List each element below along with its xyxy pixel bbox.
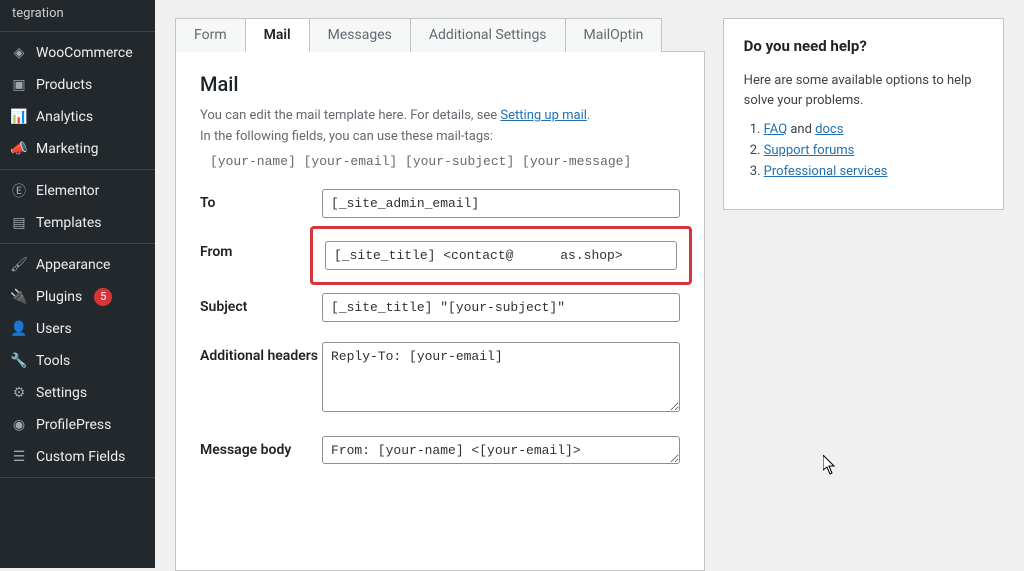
help-item-2: Support forums (764, 143, 983, 158)
tab-additional-settings[interactable]: Additional Settings (410, 18, 566, 52)
docs-link[interactable]: docs (815, 122, 843, 137)
help-text-1b: . (587, 108, 590, 123)
sidebar-item-users[interactable]: 👤 Users (0, 313, 155, 345)
additional-headers-label: Additional headers (200, 342, 322, 364)
from-label: From (200, 238, 322, 260)
sidebar-item-label: Settings (36, 385, 87, 401)
sidebar-item-label: Elementor (36, 183, 99, 199)
admin-sidebar: tegration ◈ WooCommerce ▣ Products 📊 Ana… (0, 0, 155, 568)
help-sidebar-box: Do you need help? Here are some availabl… (723, 18, 1004, 210)
help-box-title: Do you need help? (744, 37, 983, 55)
sidebar-item-label: Users (36, 321, 72, 337)
help-text-2: In the following fields, you can use the… (200, 129, 493, 144)
help-text-1a: You can edit the mail template here. For… (200, 108, 500, 123)
sidebar-item-woocommerce[interactable]: ◈ WooCommerce (0, 37, 155, 69)
tab-messages[interactable]: Messages (309, 18, 411, 52)
sidebar-item-analytics[interactable]: 📊 Analytics (0, 101, 155, 133)
sidebar-item-elementor[interactable]: Ⓔ Elementor (0, 175, 155, 207)
sidebar-item-appearance[interactable]: 🖌 Appearance (0, 249, 155, 281)
appearance-icon: 🖌 (10, 256, 28, 274)
tab-form[interactable]: Form (175, 18, 246, 52)
professional-services-link[interactable]: Professional services (764, 164, 888, 179)
users-icon: 👤 (10, 320, 28, 338)
templates-icon: ▤ (10, 214, 28, 232)
to-input[interactable] (322, 189, 680, 218)
sidebar-item-templates[interactable]: ▤ Templates (0, 207, 155, 239)
form-row-additional-headers: Additional headers Reply-To: [your-email… (200, 342, 680, 416)
sidebar-item-label: Products (36, 77, 92, 93)
sidebar-item-tools[interactable]: 🔧 Tools (0, 345, 155, 377)
products-icon: ▣ (10, 76, 28, 94)
tab-mail[interactable]: Mail (245, 18, 310, 52)
help-box-intro: Here are some available options to help … (744, 71, 983, 110)
tools-icon: 🔧 (10, 352, 28, 370)
sidebar-item-label: Analytics (36, 109, 93, 125)
tab-bar: Form Mail Messages Additional Settings M… (175, 18, 705, 52)
mail-tags-display: [your-name] [your-email] [your-subject] … (210, 154, 680, 169)
plugins-badge: 5 (94, 288, 112, 306)
help-box-list: FAQ and docs Support forums Professional… (744, 122, 983, 179)
sidebar-item-plugins[interactable]: 🔌 Plugins 5 (0, 281, 155, 313)
form-row-from: From (200, 238, 680, 273)
marketing-icon: 📣 (10, 140, 28, 158)
sidebar-item-label: ProfilePress (36, 417, 111, 433)
mail-panel: Mail You can edit the mail template here… (175, 51, 705, 571)
message-body-textarea[interactable]: From: [your-name] <[your-email]> (322, 436, 680, 464)
elementor-icon: Ⓔ (10, 182, 28, 200)
panel-heading: Mail (200, 72, 680, 96)
from-highlight (310, 226, 692, 285)
woocommerce-icon: ◈ (10, 44, 28, 62)
help-item-3: Professional services (764, 164, 983, 179)
message-body-label: Message body (200, 436, 322, 458)
support-forums-link[interactable]: Support forums (764, 143, 855, 158)
subject-label: Subject (200, 293, 322, 315)
sidebar-item-label: Appearance (36, 257, 110, 273)
help-item-1: FAQ and docs (764, 122, 983, 137)
custom-fields-icon: ☰ (10, 448, 28, 466)
to-label: To (200, 189, 322, 211)
sidebar-item-settings[interactable]: ⚙ Settings (0, 377, 155, 409)
sidebar-item-label: Tools (36, 353, 70, 369)
setting-up-mail-link[interactable]: Setting up mail (500, 108, 586, 123)
settings-icon: ⚙ (10, 384, 28, 402)
subject-input[interactable] (322, 293, 680, 322)
sidebar-item-label: Custom Fields (36, 449, 125, 465)
sidebar-item-label: WooCommerce (36, 45, 133, 61)
sidebar-item-custom-fields[interactable]: ☰ Custom Fields (0, 441, 155, 473)
sidebar-top-fragment: tegration (0, 0, 155, 27)
sidebar-item-label: Marketing (36, 141, 99, 157)
form-row-subject: Subject (200, 293, 680, 322)
sidebar-separator (0, 477, 155, 483)
tab-mailoptin[interactable]: MailOptin (565, 18, 663, 52)
faq-link[interactable]: FAQ (764, 122, 787, 137)
help-item-middle: and (787, 122, 815, 137)
analytics-icon: 📊 (10, 108, 28, 126)
sidebar-item-label: Templates (36, 215, 102, 231)
sidebar-item-products[interactable]: ▣ Products (0, 69, 155, 101)
sidebar-item-marketing[interactable]: 📣 Marketing (0, 133, 155, 165)
sidebar-item-profilepress[interactable]: ◉ ProfilePress (0, 409, 155, 441)
form-row-to: To (200, 189, 680, 218)
form-row-message-body: Message body From: [your-name] <[your-em… (200, 436, 680, 468)
panel-help-text: You can edit the mail template here. For… (200, 106, 680, 148)
sidebar-item-label: Plugins (36, 289, 82, 305)
from-input[interactable] (325, 241, 677, 270)
main-content: Form Mail Messages Additional Settings M… (155, 0, 1024, 568)
additional-headers-textarea[interactable]: Reply-To: [your-email] (322, 342, 680, 412)
plugins-icon: 🔌 (10, 288, 28, 306)
profilepress-icon: ◉ (10, 416, 28, 434)
